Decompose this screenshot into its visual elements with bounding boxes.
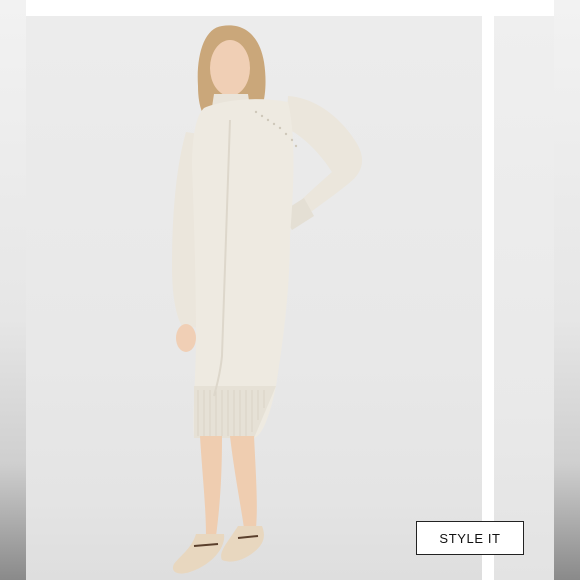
product-image-carousel[interactable]: STYLE IT: [26, 16, 554, 580]
style-it-button[interactable]: STYLE IT: [416, 521, 524, 555]
product-photo-main[interactable]: [26, 16, 482, 580]
model-wearing-sweater-dress: [172, 25, 363, 574]
gallery-right-edge: [554, 0, 580, 580]
gallery-left-edge: [0, 0, 26, 580]
product-photo-next-preview[interactable]: [494, 16, 554, 580]
